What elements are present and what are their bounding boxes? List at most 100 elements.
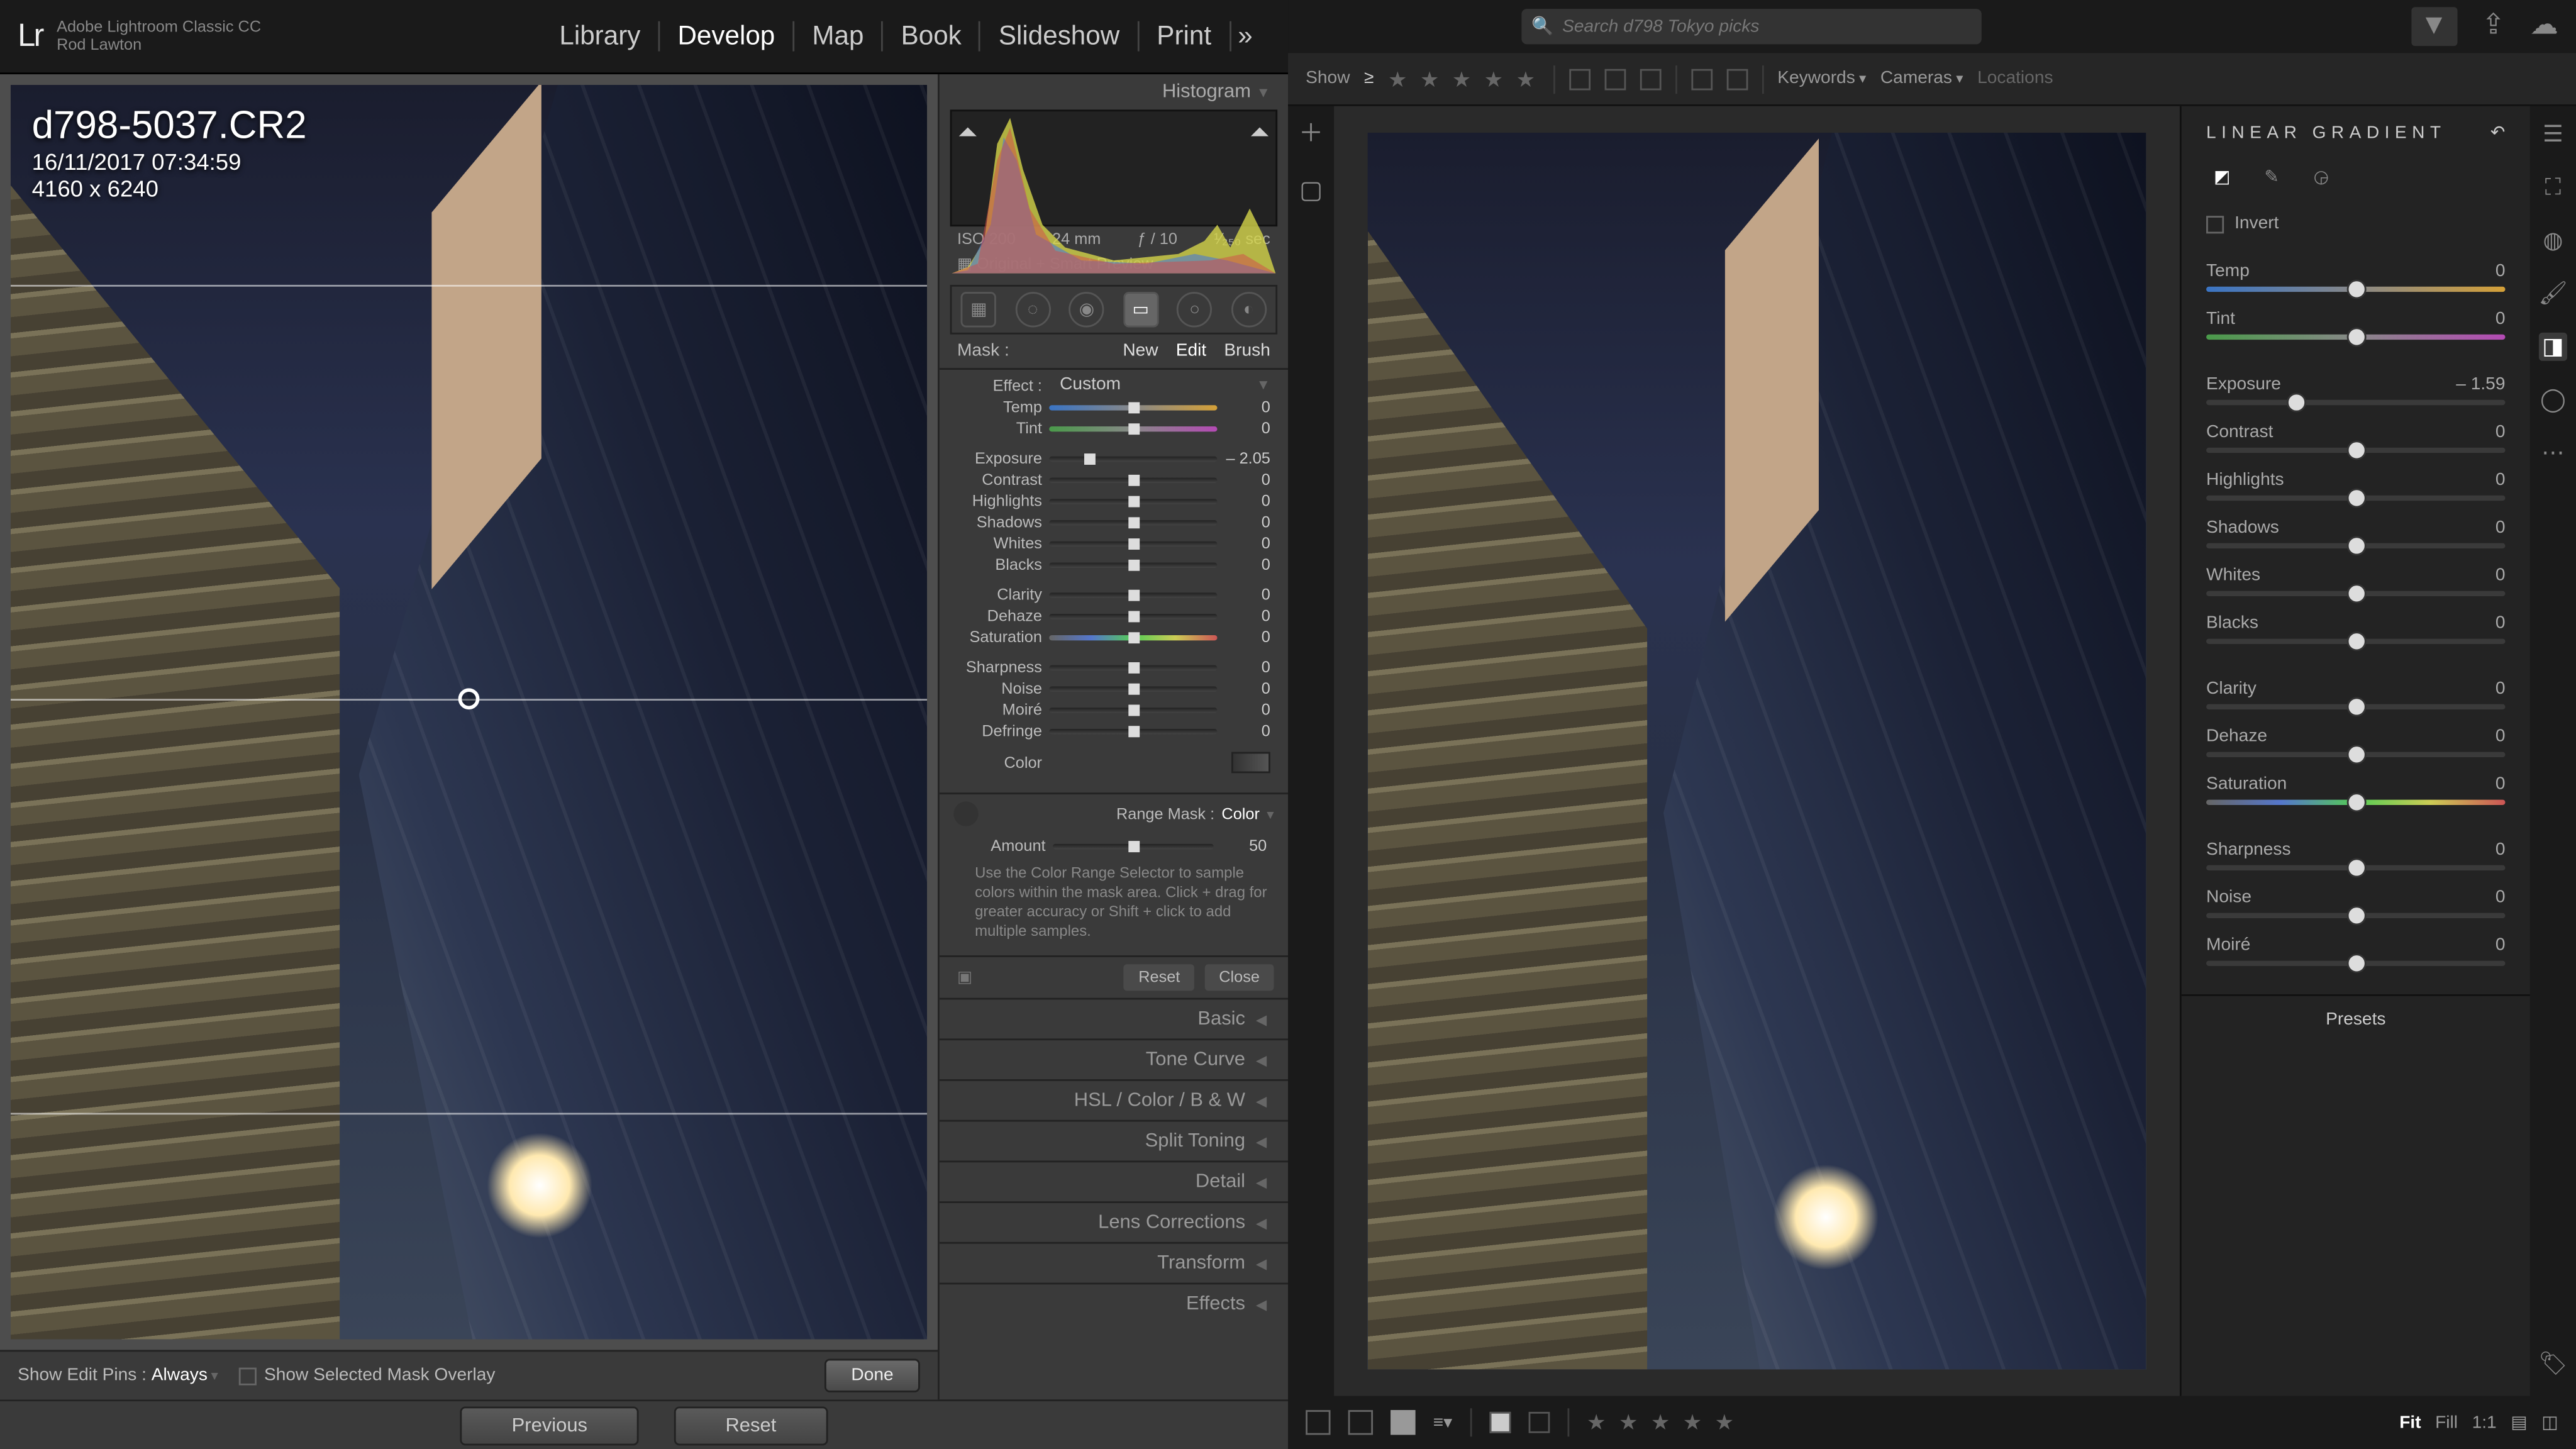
locations-filter[interactable]: Locations: [1977, 69, 2053, 89]
reject-icon[interactable]: [1528, 1412, 1550, 1433]
slider-track[interactable]: [2206, 287, 2505, 292]
spot-tool[interactable]: ◌: [1015, 292, 1050, 327]
slider-track[interactable]: [1049, 536, 1217, 550]
square-grid-icon[interactable]: [1348, 1410, 1373, 1435]
slider-track[interactable]: [2206, 865, 2505, 870]
slider-track[interactable]: [1049, 515, 1217, 530]
slider-track[interactable]: [1049, 587, 1217, 602]
slider-track[interactable]: [1049, 421, 1217, 436]
presets-button[interactable]: Presets: [2182, 994, 2530, 1044]
slider-track[interactable]: [1049, 451, 1217, 465]
switch-icon[interactable]: ▣: [953, 965, 975, 991]
amount-value[interactable]: 50: [1214, 837, 1267, 855]
color-swatch[interactable]: [1231, 752, 1270, 774]
cameras-dropdown[interactable]: Cameras: [1880, 69, 1963, 89]
eraser-tool[interactable]: ◶: [2306, 161, 2338, 193]
amount-slider[interactable]: [1053, 838, 1214, 853]
undo-icon[interactable]: ↶: [2490, 124, 2506, 143]
redeye-tool[interactable]: ◉: [1069, 292, 1104, 327]
share-icon[interactable]: ⇪: [2482, 7, 2506, 46]
histogram[interactable]: [950, 109, 1277, 226]
mask-edit[interactable]: Edit: [1176, 341, 1206, 361]
invert-checkbox[interactable]: [2206, 215, 2224, 233]
search-box[interactable]: 🔍 Search d798 Tokyo picks: [1521, 9, 1980, 44]
overlay-checkbox[interactable]: [240, 1367, 257, 1384]
slider-track[interactable]: [2206, 704, 2505, 709]
slider-track[interactable]: [2206, 961, 2505, 966]
radial-grad-icon[interactable]: ◯: [2539, 386, 2567, 414]
range-mask-dropdown-icon[interactable]: ▾: [1267, 806, 1274, 821]
range-mask-sampler[interactable]: [953, 801, 978, 826]
accordion-effects[interactable]: Effects◀: [940, 1283, 1288, 1324]
zoom-fill[interactable]: Fill: [2435, 1413, 2458, 1432]
cc-canvas[interactable]: [1334, 106, 2180, 1396]
mask-brush[interactable]: Brush: [1224, 341, 1270, 361]
accordion-detail[interactable]: Detail◀: [940, 1161, 1288, 1202]
crop-tool[interactable]: ▦: [961, 292, 996, 327]
keyword-tag-icon[interactable]: 🏷: [2539, 1350, 2567, 1378]
slider-track[interactable]: [2206, 543, 2505, 548]
previous-button[interactable]: Previous: [460, 1406, 639, 1445]
slider-track[interactable]: [1049, 494, 1217, 508]
slider-track[interactable]: [1049, 609, 1217, 623]
type-video-icon[interactable]: [1726, 68, 1748, 89]
crop-icon[interactable]: ⛶: [2539, 174, 2567, 202]
radial-filter-tool[interactable]: ○: [1177, 292, 1212, 327]
detail-view-icon[interactable]: [1391, 1410, 1415, 1435]
range-mask-mode[interactable]: Color: [1221, 805, 1260, 823]
cloud-icon[interactable]: ☁: [2530, 7, 2558, 46]
edit-pins-dropdown[interactable]: Always: [152, 1366, 208, 1385]
zoom-fit[interactable]: Fit: [2399, 1413, 2421, 1432]
grid-view-icon[interactable]: [1306, 1410, 1330, 1435]
accordion-hsl-color-b-w[interactable]: HSL / Color / B & W◀: [940, 1080, 1288, 1121]
slider-track[interactable]: [1049, 702, 1217, 717]
flag-rejected-icon[interactable]: [1640, 68, 1661, 89]
zoom-1to1[interactable]: 1:1: [2472, 1413, 2497, 1432]
slider-track[interactable]: [1049, 660, 1217, 674]
histogram-header[interactable]: Histogram ▼: [940, 74, 1288, 109]
reset-all-button[interactable]: Reset: [674, 1406, 828, 1445]
slider-track[interactable]: [2206, 752, 2505, 757]
nav-map[interactable]: Map: [794, 21, 883, 52]
nav-slideshow[interactable]: Slideshow: [981, 21, 1139, 52]
slider-track[interactable]: [2206, 913, 2505, 918]
compare-icon[interactable]: ◫: [2541, 1413, 2558, 1432]
mask-new[interactable]: New: [1123, 341, 1158, 361]
flag-icon[interactable]: [1489, 1412, 1511, 1433]
accordion-split-toning[interactable]: Split Toning◀: [940, 1120, 1288, 1161]
slider-track[interactable]: [1049, 557, 1217, 572]
accordion-basic[interactable]: Basic◀: [940, 998, 1288, 1039]
slider-track[interactable]: [2206, 335, 2505, 340]
gradient-line-top[interactable]: [11, 286, 927, 287]
slider-track[interactable]: [1049, 724, 1217, 738]
slider-track[interactable]: [2206, 400, 2505, 405]
accordion-transform[interactable]: Transform◀: [940, 1242, 1288, 1283]
nav-more[interactable]: »: [1231, 21, 1270, 52]
reset-button[interactable]: Reset: [1124, 965, 1194, 991]
lrc-canvas[interactable]: d798-5037.CR2 16/11/2017 07:34:59 4160 x…: [11, 85, 927, 1340]
slider-track[interactable]: [1049, 681, 1217, 696]
nav-library[interactable]: Library: [541, 21, 660, 52]
my-photos-icon[interactable]: ▢: [1299, 177, 1323, 201]
add-photos-icon[interactable]: ＋: [1299, 120, 1323, 145]
rating-filter-min[interactable]: ≥: [1364, 69, 1374, 89]
done-button[interactable]: Done: [824, 1359, 920, 1392]
brush-tool[interactable]: ◐: [1231, 292, 1266, 327]
accordion-lens-corrections[interactable]: Lens Corrections◀: [940, 1202, 1288, 1243]
rating-stars[interactable]: ★ ★ ★ ★ ★: [1587, 1410, 1737, 1435]
flag-picked-icon[interactable]: [1568, 68, 1590, 89]
brush-icon[interactable]: 🖌: [2539, 279, 2567, 308]
linear-gradient-tool[interactable]: ◩: [2206, 161, 2238, 193]
effect-disclosure-icon[interactable]: ▼: [1257, 377, 1270, 392]
more-icon[interactable]: ⋯: [2539, 439, 2567, 467]
nav-book[interactable]: Book: [883, 21, 980, 52]
close-button[interactable]: Close: [1205, 965, 1274, 991]
nav-print[interactable]: Print: [1139, 21, 1231, 52]
slider-track[interactable]: [1049, 400, 1217, 414]
slider-track[interactable]: [1049, 630, 1217, 644]
edit-icon[interactable]: ☰: [2539, 120, 2567, 148]
flag-unflagged-icon[interactable]: [1604, 68, 1626, 89]
rating-filter-stars[interactable]: ★ ★ ★ ★ ★: [1388, 66, 1538, 91]
keywords-dropdown[interactable]: Keywords: [1777, 69, 1866, 89]
filmstrip-icon[interactable]: ▤: [2511, 1413, 2528, 1432]
